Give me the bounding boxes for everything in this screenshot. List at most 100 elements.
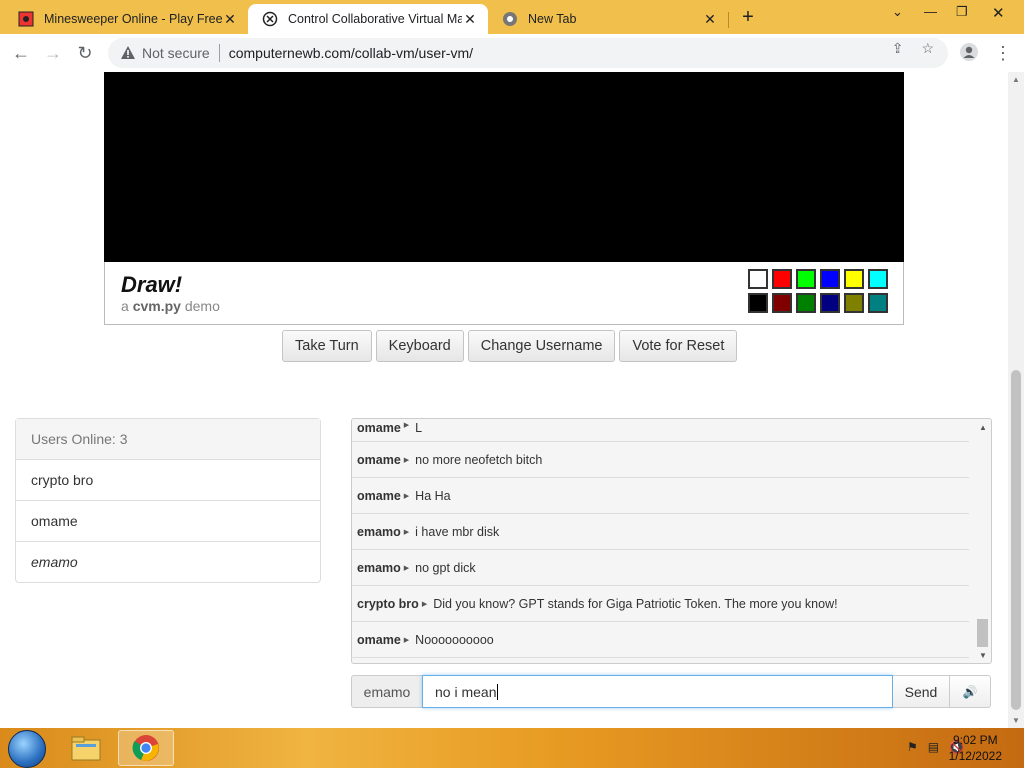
users-online-header: Users Online: 3 bbox=[16, 419, 320, 460]
keyboard-button[interactable]: Keyboard bbox=[375, 330, 464, 362]
page-scrollbar[interactable]: ▲ ▼ bbox=[1008, 72, 1024, 728]
users-online-panel: Users Online: 3 crypto bro omame emamo bbox=[15, 418, 321, 583]
color-swatch[interactable] bbox=[748, 293, 768, 313]
chrome-favicon bbox=[502, 11, 518, 27]
user-list-item-self[interactable]: emamo bbox=[16, 542, 320, 582]
send-button[interactable]: Send bbox=[893, 675, 950, 708]
chat-message-user[interactable]: emamo bbox=[357, 525, 401, 539]
vm-title: Draw! bbox=[121, 272, 183, 297]
vm-display[interactable] bbox=[104, 72, 904, 262]
color-swatch[interactable] bbox=[868, 293, 888, 313]
take-turn-button[interactable]: Take Turn bbox=[282, 330, 372, 362]
vote-reset-button[interactable]: Vote for Reset bbox=[619, 330, 738, 362]
profile-avatar-icon[interactable] bbox=[958, 42, 980, 64]
color-swatch[interactable] bbox=[796, 293, 816, 313]
chat-message-user[interactable]: omame bbox=[357, 421, 401, 435]
color-swatch[interactable] bbox=[772, 293, 792, 313]
message-arrow-icon: ▶ bbox=[403, 528, 410, 536]
clock-date: 1/12/2022 bbox=[948, 749, 1002, 763]
close-window-icon[interactable]: ✕ bbox=[992, 4, 1005, 22]
chat-scroll-thumb[interactable] bbox=[977, 619, 988, 647]
start-orb-icon[interactable] bbox=[8, 730, 46, 768]
color-swatch[interactable] bbox=[772, 269, 792, 289]
tab-new-tab[interactable]: New Tab ✕ bbox=[488, 4, 729, 34]
new-tab-icon[interactable]: + bbox=[736, 6, 760, 30]
network-icon[interactable]: ▤ bbox=[928, 740, 939, 754]
subtitle-brand: cvm.py bbox=[132, 298, 181, 314]
subtitle-suffix: demo bbox=[184, 298, 220, 314]
vm-subtitle: a cvm.py demo bbox=[121, 298, 220, 314]
vm-info-bar: Draw! a cvm.py demo bbox=[104, 262, 904, 325]
tab-title: New Tab bbox=[528, 12, 577, 26]
chat-message: omame ▶ L bbox=[352, 419, 969, 442]
color-swatch[interactable] bbox=[844, 269, 864, 289]
subtitle-prefix: a bbox=[121, 298, 129, 314]
change-username-button[interactable]: Change Username bbox=[467, 330, 616, 362]
chat-message-text: i have mbr disk bbox=[415, 524, 500, 539]
page-scroll-up-icon[interactable]: ▲ bbox=[1012, 75, 1020, 84]
vm-action-buttons: Take Turn Keyboard Change Username Vote … bbox=[282, 330, 738, 362]
scroll-up-icon[interactable]: ▲ bbox=[979, 423, 987, 432]
tab-search-chevron-icon[interactable]: ⌄ bbox=[892, 4, 903, 20]
text-caret bbox=[497, 683, 499, 700]
chat-message-user[interactable]: crypto bro bbox=[357, 597, 419, 611]
url-text: computernewb.com/collab-vm/user-vm/ bbox=[228, 45, 473, 61]
reload-icon[interactable]: ↻ bbox=[74, 42, 96, 64]
chat-message-text: no more neofetch bitch bbox=[415, 452, 543, 467]
tab-minesweeper[interactable]: Minesweeper Online - Play Free O ✕ bbox=[4, 4, 249, 34]
color-swatch[interactable] bbox=[748, 269, 768, 289]
tab-close-icon[interactable]: ✕ bbox=[702, 11, 718, 28]
page-scroll-down-icon[interactable]: ▼ bbox=[1012, 716, 1020, 725]
back-icon[interactable]: ← bbox=[10, 42, 32, 64]
color-swatch[interactable] bbox=[868, 269, 888, 289]
user-list-item[interactable]: crypto bro bbox=[16, 460, 320, 501]
chat-message: omame ▶ Noooooooooo bbox=[352, 622, 969, 658]
share-icon[interactable]: ⇪ bbox=[892, 40, 904, 57]
file-explorer-icon[interactable] bbox=[58, 730, 114, 766]
page-content: Draw! a cvm.py demo Take Turn Keyboard C… bbox=[0, 72, 1008, 728]
chat-message: emamo ▶ no gpt dick bbox=[352, 550, 969, 586]
tab-collab-vm[interactable]: Control Collaborative Virtual Ma ✕ bbox=[248, 4, 488, 34]
user-list-item[interactable]: omame bbox=[16, 501, 320, 542]
tab-close-icon[interactable]: ✕ bbox=[222, 11, 238, 28]
color-swatch[interactable] bbox=[820, 269, 840, 289]
windows-taskbar: ⚑ ▤ 🔇 9:02 PM 1/12/2022 bbox=[0, 728, 1024, 768]
chat-message: omame ▶ Ha Ha bbox=[352, 478, 969, 514]
color-swatch[interactable] bbox=[844, 293, 864, 313]
message-arrow-icon: ▶ bbox=[421, 600, 428, 608]
chat-message: emamo ▶ i have mbr disk bbox=[352, 514, 969, 550]
chat-message-text: no gpt dick bbox=[415, 560, 476, 575]
chat-message-user[interactable]: omame bbox=[357, 489, 401, 503]
minimize-icon[interactable]: — bbox=[924, 4, 937, 19]
taskbar-clock[interactable]: 9:02 PM 1/12/2022 bbox=[949, 732, 1002, 764]
scroll-down-icon[interactable]: ▼ bbox=[979, 651, 987, 660]
chat-message-input[interactable]: no i mean bbox=[422, 675, 893, 708]
chat-message-user[interactable]: omame bbox=[357, 633, 401, 647]
omnibox-divider bbox=[218, 44, 220, 62]
warning-icon bbox=[121, 46, 135, 59]
browser-tab-strip: Minesweeper Online - Play Free O ✕ Contr… bbox=[0, 0, 1024, 34]
chrome-taskbar-icon[interactable] bbox=[118, 730, 174, 766]
sound-toggle-icon[interactable]: 🔊 bbox=[950, 675, 991, 708]
chat-message-user[interactable]: emamo bbox=[357, 561, 401, 575]
chat-input-row: emamo no i mean Send 🔊 bbox=[351, 675, 991, 708]
action-center-flag-icon[interactable]: ⚑ bbox=[907, 740, 918, 754]
omnibox-actions: ⇪ ☆ bbox=[892, 40, 934, 57]
menu-kebab-icon[interactable]: ⋮ bbox=[992, 42, 1014, 64]
restore-icon[interactable]: ❐ bbox=[956, 4, 968, 20]
message-arrow-icon: ▶ bbox=[403, 422, 410, 429]
chat-message-text: Noooooooooo bbox=[415, 632, 494, 647]
forward-icon[interactable]: → bbox=[42, 42, 64, 64]
chat-message-text: Did you know? GPT stands for Giga Patrio… bbox=[433, 596, 838, 611]
bookmark-star-icon[interactable]: ☆ bbox=[921, 40, 934, 57]
address-bar[interactable]: Not secure computernewb.com/collab-vm/us… bbox=[108, 38, 948, 68]
message-arrow-icon: ▶ bbox=[403, 456, 410, 464]
color-swatch[interactable] bbox=[796, 269, 816, 289]
chat-message-user[interactable]: omame bbox=[357, 453, 401, 467]
chat-scrollbar[interactable]: ▲ ▼ bbox=[974, 419, 991, 663]
tab-close-icon[interactable]: ✕ bbox=[462, 11, 478, 28]
page-scroll-thumb[interactable] bbox=[1011, 370, 1021, 710]
chat-log[interactable]: omame ▶ Lomame ▶ no more neofetch bitch omame… bbox=[351, 418, 992, 664]
color-palette bbox=[748, 269, 888, 313]
color-swatch[interactable] bbox=[820, 293, 840, 313]
